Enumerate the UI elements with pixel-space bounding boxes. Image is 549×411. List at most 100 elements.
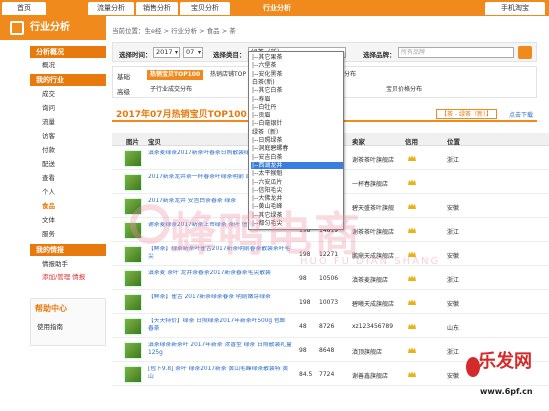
dropdown-option[interactable]: |--洞庭碧螺春 <box>251 145 343 152</box>
sidebar-item-manage-intel[interactable]: 添加/管理 情报 <box>30 271 106 284</box>
subnav-price-dist[interactable]: 宝贝价格分布 <box>383 85 425 95</box>
product-thumbnail[interactable] <box>124 150 142 167</box>
dropdown-option[interactable]: |--白牡丹 <box>251 104 343 111</box>
product-thumbnail[interactable] <box>124 198 142 215</box>
sidebar-item[interactable]: 服务 <box>30 228 106 241</box>
sidebar-item[interactable]: 文体 <box>30 214 106 227</box>
product-thumbnail[interactable] <box>124 222 142 239</box>
dropdown-option[interactable]: |--其它白茶 <box>251 87 343 94</box>
product-sales: 7724 <box>319 371 335 378</box>
dropdown-option[interactable]: |--西湖龙井 <box>251 161 343 170</box>
dropdown-option[interactable]: 绿茶（新） <box>251 129 343 136</box>
seller-name[interactable]: 碧曦天成旗舰店 <box>352 299 394 308</box>
product-price: 84.5 <box>299 371 313 378</box>
dropdown-option[interactable]: |--黄山毛峰 <box>251 203 343 210</box>
product-thumbnail[interactable] <box>124 270 142 287</box>
table-row[interactable]: 滇茶麦 茶叶 龙井茶春茶2017新茶春茶毛尖散装 98 10506 滇茶麦旗舰店 浙江 <box>112 267 549 290</box>
sidebar-item[interactable]: 流量 <box>30 116 106 129</box>
credit-crown-icon <box>408 275 416 281</box>
sidebar-item-food[interactable]: 食品 <box>30 200 106 213</box>
sidebar-item[interactable]: 查看 <box>30 172 106 185</box>
subnav-sub-industry[interactable]: 子行业成交分布 <box>147 85 195 95</box>
year-select[interactable]: 2017 ▾ <box>153 47 180 58</box>
dropdown-option[interactable]: |--贡眉 <box>251 112 343 119</box>
product-title-link[interactable]: 【天天特价】绿茶 日照绿茶2017年新茶叶500g 包邮 春茶 <box>148 318 293 334</box>
product-thumbnail[interactable] <box>124 246 142 263</box>
dropdown-option[interactable]: |--信阳毛尖 <box>251 187 343 194</box>
sidebar-item[interactable]: 询问 <box>30 102 106 115</box>
brand-input[interactable]: 所有品牌 <box>398 47 514 58</box>
product-title-link[interactable]: 【鲜茶】雀舌 2017新茶绿茶春茶 明前嫩芽绿茶 <box>148 294 293 310</box>
dropdown-option[interactable]: |--寿眉 <box>251 96 343 103</box>
month-select[interactable]: 07 ▾ <box>183 47 203 58</box>
dropdown-option[interactable]: |--其它绿茶 <box>251 212 343 219</box>
table-row[interactable]: 【天天特价】绿茶 日照绿茶2017年新茶叶500g 包邮 春茶 48 8726 xz1… <box>112 315 549 338</box>
product-thumbnail[interactable] <box>124 318 142 335</box>
product-title-link[interactable]: [包下9.8] 茶叶 绿茶2017新茶 黄山毛峰绿茶散装特 黄山 <box>148 366 293 382</box>
download-link[interactable]: 点击下载 <box>509 110 533 119</box>
user-guide-link[interactable]: 使用指南 <box>37 321 63 331</box>
tab-items[interactable]: 宝贝分析 <box>180 2 230 15</box>
subnav-top100[interactable]: 热销宝贝TOP100 <box>147 70 204 80</box>
sidebar-item[interactable]: 配送 <box>30 158 106 171</box>
category-tag: 【茶 - 绿茶（新）】 <box>436 109 497 119</box>
sidebar-item[interactable]: 个人 <box>30 186 106 199</box>
product-sales: 12271 <box>319 251 339 258</box>
product-thumbnail[interactable] <box>124 294 142 311</box>
seller-name[interactable]: 谢茶茶叶旗舰店 <box>352 155 394 164</box>
product-title-link[interactable]: 滇茶绿茶新茶叶 2017年新茶 浓香型 绿茶 日照散装礼盒125g <box>148 342 293 358</box>
search-button[interactable] <box>518 46 532 59</box>
seller-name[interactable]: 鹏鼎天成旗舰店 <box>352 251 394 260</box>
dropdown-option[interactable]: |--六堡茶 <box>251 62 343 69</box>
sidebar-item[interactable]: 付款 <box>30 144 106 157</box>
dropdown-option[interactable]: |--大佛龙井 <box>251 195 343 202</box>
product-thumbnail[interactable] <box>124 174 142 191</box>
chevron-down-icon: ▾ <box>174 49 178 56</box>
sidebar-item-overview[interactable]: 概况 <box>30 59 106 72</box>
seller-name[interactable]: 滇茶麦旗舰店 <box>352 275 388 284</box>
subnav-basic-label: 基础 <box>117 73 130 81</box>
table-row[interactable]: 【鲜茶】绿茶新茶叶雀舌2017新茶明前春茶散装茶叶毛尖 198 12271 鹏鼎天成旗… <box>112 243 549 266</box>
table-row[interactable]: 【鲜茶】雀舌 2017新茶绿茶春茶 明前嫩芽绿茶 198 10073 碧曦天成旗舰店 安… <box>112 291 549 314</box>
seller-name[interactable]: 谢茶茶叶旗舰店 <box>352 227 394 236</box>
tab-traffic[interactable]: 流量分析 <box>88 2 134 15</box>
section-my-industry: 我的行业 <box>30 74 106 86</box>
sidebar: 行业分析 分析概况 概况 我的行业 成交 询问 流量 访客 付款 配送 查看 个… <box>0 16 106 411</box>
top-nav: 首页 流量分析 销售分析 宝贝分析 行业分析 手机淘宝 <box>0 0 549 16</box>
tab-industry[interactable]: 行业分析 <box>250 2 304 15</box>
sidebar-item[interactable]: 访客 <box>30 130 106 143</box>
dropdown-option[interactable]: |--日照绿茶 <box>251 137 343 144</box>
dropdown-option[interactable]: |--六安瓜片 <box>251 179 343 186</box>
sidebar-item-intel-helper[interactable]: 情报助手 <box>30 258 106 271</box>
category-dropdown-list[interactable]: |--其它果茶 |--六堡茶 |--安化黑茶 白茶(新) |--其它白茶 |--寿眉 |--… <box>248 51 344 230</box>
dropdown-option[interactable]: |--白毫银针 <box>251 120 343 127</box>
dropdown-option[interactable]: |--安化黑茶 <box>251 71 343 78</box>
credit-crown-icon <box>408 227 416 233</box>
product-title-link[interactable]: 【鲜茶】绿茶新茶叶雀舌2017新茶明前春茶散装茶叶毛尖 <box>148 246 293 262</box>
tab-home[interactable]: 首页 <box>2 2 46 15</box>
sidebar-title: 行业分析 <box>30 22 70 33</box>
sidebar-item[interactable]: 成交 <box>30 88 106 101</box>
seller-name[interactable]: 谢善鑫旗舰店 <box>352 371 388 380</box>
seller-name[interactable]: 滇顶旗舰店 <box>352 347 382 356</box>
mobile-taobao-tab[interactable]: 手机淘宝 <box>485 2 545 15</box>
dropdown-option[interactable]: |--都匀毛尖 <box>251 220 343 227</box>
credit-crown-icon <box>408 299 416 305</box>
tab-sales[interactable]: 销售分析 <box>136 2 178 15</box>
dropdown-option[interactable]: |--安吉白茶 <box>251 154 343 161</box>
product-thumbnail[interactable] <box>124 366 142 383</box>
th-credit: 信用 <box>405 138 418 146</box>
product-title-link[interactable]: 滇茶麦 茶叶 龙井茶春茶2017新茶春茶毛尖散装 <box>148 270 293 286</box>
seller-name[interactable]: 碧天盛茶叶旗舰 <box>352 203 394 212</box>
seller-name[interactable]: 一杯春旗舰店 <box>352 179 388 188</box>
dropdown-option[interactable]: |--太平猴魁 <box>251 170 343 177</box>
site-brand: 乐发网 www.6pf.cn <box>458 345 549 411</box>
dropdown-option[interactable]: 白茶(新) <box>251 79 343 86</box>
seller-name[interactable]: xz123456789 <box>352 323 393 330</box>
product-thumbnail[interactable] <box>124 342 142 359</box>
dropdown-option[interactable]: |--其它果茶 <box>251 54 343 61</box>
subnav-shop-top[interactable]: 热销店铺TOP <box>207 70 249 80</box>
seller-location: 安徽 <box>447 205 460 212</box>
seller-location: 安徽 <box>447 253 460 260</box>
th-item: 宝贝 <box>148 138 161 146</box>
